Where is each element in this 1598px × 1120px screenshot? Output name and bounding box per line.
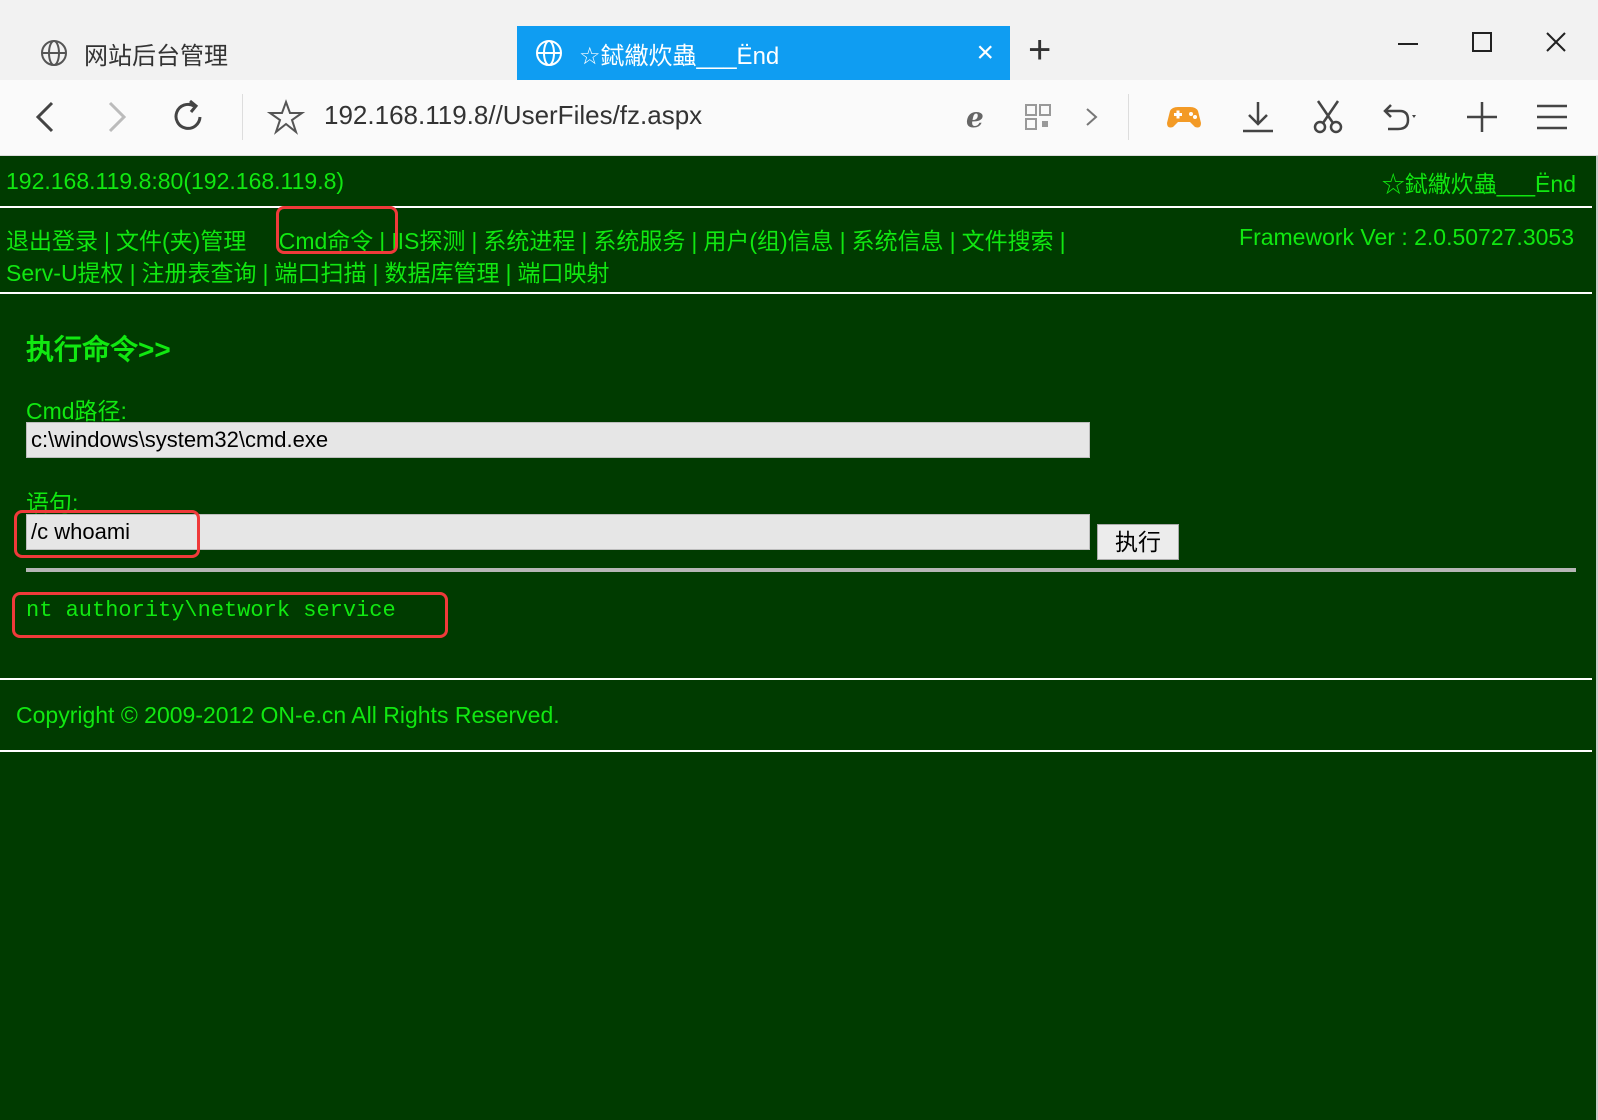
- menu-port-scan[interactable]: 端口扫描: [275, 260, 367, 286]
- qr-icon[interactable]: [1018, 97, 1058, 137]
- gamepad-icon[interactable]: [1164, 97, 1204, 137]
- separator: |: [104, 228, 110, 254]
- menu-row-2: Serv-U提权 | 注册表查询 | 端口扫描 | 数据库管理 | 端口映射: [6, 254, 610, 288]
- chevron-right-icon[interactable]: [1072, 97, 1112, 137]
- menu-servu[interactable]: Serv-U提权: [6, 260, 124, 286]
- tab-label: 网站后台管理: [84, 42, 228, 70]
- section-title: 执行命令>>: [26, 334, 171, 365]
- highlight-output: [12, 592, 448, 638]
- close-icon: [1546, 32, 1566, 52]
- close-window-button[interactable]: [1536, 22, 1576, 62]
- footer-divider-top: [0, 678, 1592, 680]
- menu-file-search[interactable]: 文件搜索: [962, 228, 1054, 254]
- toolbar-divider: [242, 94, 243, 140]
- menu-row-1: 退出登录 | 文件(夹)管理 Cmd命令 | IIS探测 | 系统进程 | 系统服务 | 用户(组)…: [6, 222, 1072, 256]
- new-tab-button[interactable]: +: [1028, 30, 1051, 70]
- separator: |: [372, 260, 379, 286]
- framework-version: Framework Ver : 2.0.50727.3053: [1239, 224, 1574, 250]
- close-tab-icon[interactable]: ×: [976, 38, 994, 68]
- scissors-icon[interactable]: [1308, 97, 1348, 137]
- svg-text:e: e: [966, 101, 984, 134]
- execute-button[interactable]: 执行: [1097, 524, 1179, 560]
- separator: |: [581, 228, 588, 254]
- separator: [252, 228, 258, 254]
- reload-icon[interactable]: [168, 97, 208, 137]
- separator: |: [691, 228, 698, 254]
- separator: |: [839, 228, 846, 254]
- address-toolbar: 192.168.119.8//UserFiles/fz.aspx e: [0, 80, 1598, 156]
- menu-file-manager[interactable]: 文件(夹)管理: [116, 228, 246, 254]
- menu-icon[interactable]: [1532, 97, 1572, 137]
- separator: |: [129, 260, 136, 286]
- url-field[interactable]: 192.168.119.8//UserFiles/fz.aspx: [324, 100, 702, 131]
- page-header: 192.168.119.8:80(192.168.119.8) ☆鋱繖炊蟲___…: [0, 156, 1592, 208]
- globe-icon: [536, 40, 562, 66]
- forward-icon[interactable]: [96, 97, 136, 137]
- maximize-icon: [1472, 32, 1492, 52]
- separator: |: [262, 260, 269, 286]
- webshell-page: 192.168.119.8:80(192.168.119.8) ☆鋱繖炊蟲___…: [0, 156, 1598, 1120]
- shell-title: ☆鋱繖炊蟲___Ënd: [1381, 171, 1576, 197]
- menu-services[interactable]: 系统服务: [593, 228, 685, 254]
- minimize-icon: [1398, 43, 1418, 45]
- globe-icon: [41, 40, 67, 66]
- footer-divider-bottom: [0, 750, 1592, 752]
- minimize-button[interactable]: [1388, 22, 1428, 62]
- separator: |: [949, 228, 956, 254]
- menu-system-info[interactable]: 系统信息: [852, 228, 944, 254]
- highlight-cmd-menu: [276, 206, 398, 254]
- separator: |: [471, 228, 478, 254]
- tab-active[interactable]: ☆鋱繖炊蟲___Ënd ×: [517, 26, 1010, 80]
- menu-registry[interactable]: 注册表查询: [142, 260, 257, 286]
- undo-icon[interactable]: [1376, 97, 1416, 137]
- tab-admin[interactable]: 网站后台管理: [0, 26, 505, 80]
- menu-logout[interactable]: 退出登录: [6, 228, 98, 254]
- host-info: 192.168.119.8:80(192.168.119.8): [6, 168, 345, 194]
- ie-icon[interactable]: e: [958, 97, 998, 137]
- function-menu: 退出登录 | 文件(夹)管理 Cmd命令 | IIS探测 | 系统进程 | 系统服务 | 用户(组)…: [0, 212, 1592, 294]
- cmd-path-input[interactable]: [26, 422, 1090, 458]
- menu-processes[interactable]: 系统进程: [483, 228, 575, 254]
- tab-label: ☆鋱繖炊蟲___Ënd: [579, 42, 780, 70]
- separator: |: [505, 260, 512, 286]
- menu-iis-probe[interactable]: IIS探测: [391, 228, 465, 254]
- copyright: Copyright © 2009-2012 ON-e.cn All Rights…: [16, 702, 560, 728]
- star-icon[interactable]: [266, 97, 306, 137]
- menu-user-info[interactable]: 用户(组)信息: [703, 228, 833, 254]
- menu-port-map[interactable]: 端口映射: [518, 260, 610, 286]
- browser-tab-bar: 网站后台管理 ☆鋱繖炊蟲___Ënd × +: [0, 0, 1598, 80]
- back-icon[interactable]: [26, 97, 66, 137]
- cmd-path-label: Cmd路径:: [26, 398, 127, 424]
- plus-icon[interactable]: [1462, 97, 1502, 137]
- highlight-statement: [14, 510, 200, 558]
- separator: |: [1059, 228, 1066, 254]
- download-icon[interactable]: [1238, 97, 1278, 137]
- toolbar-divider: [1128, 94, 1129, 140]
- divider: [26, 568, 1576, 572]
- menu-database[interactable]: 数据库管理: [385, 260, 500, 286]
- maximize-button[interactable]: [1462, 22, 1502, 62]
